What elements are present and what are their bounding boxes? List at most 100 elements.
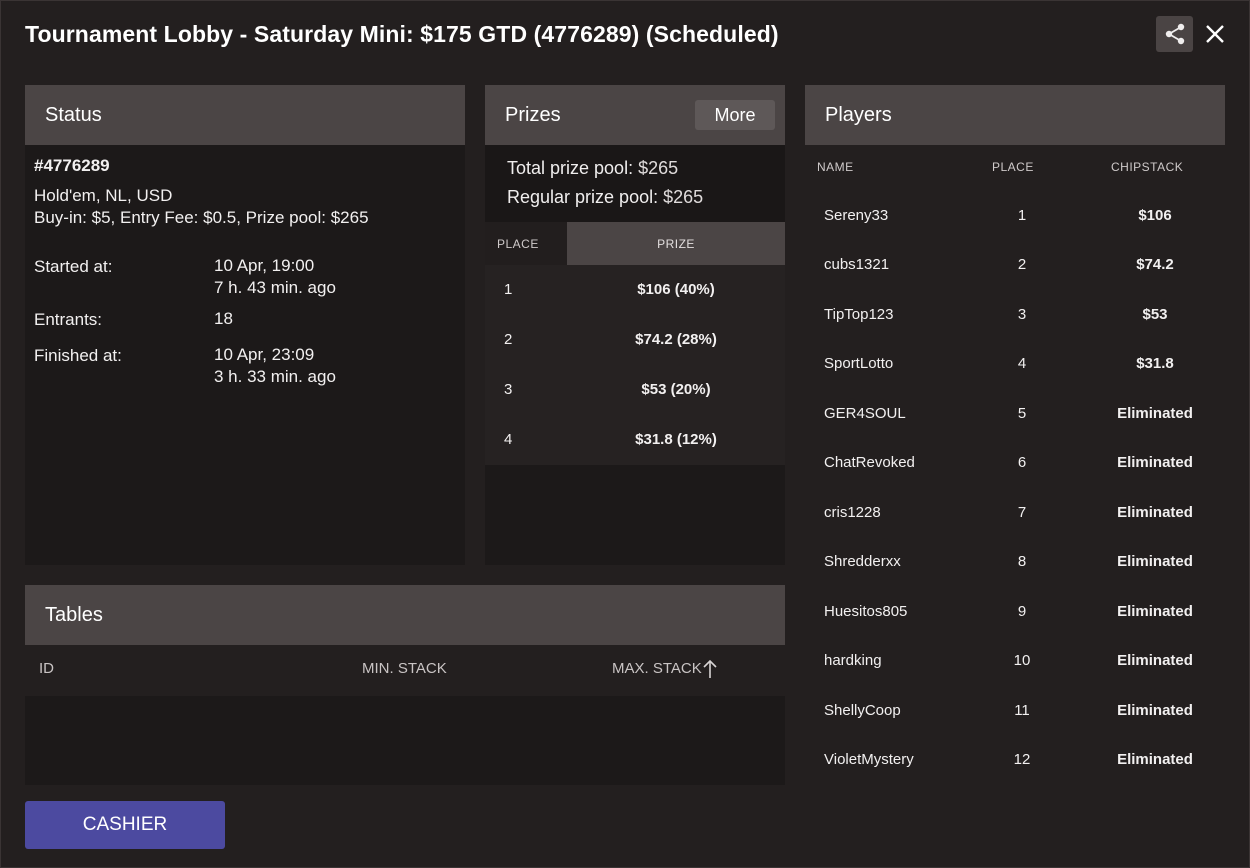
player-name: Huesitos805 xyxy=(824,603,908,620)
prize-row: 2 $74.2 (28%) xyxy=(485,315,785,365)
player-name: ShellyCoop xyxy=(824,702,901,719)
cashier-button[interactable]: CASHIER xyxy=(25,801,225,849)
player-place: 2 xyxy=(1017,256,1027,273)
player-row[interactable]: ChatRevoked 6 Eliminated xyxy=(805,454,1225,484)
prize-row: 3 $53 (20%) xyxy=(485,365,785,415)
player-row[interactable]: hardking 10 Eliminated xyxy=(805,652,1225,682)
started-value: 10 Apr, 19:00 7 h. 43 min. ago xyxy=(214,255,336,299)
player-chips: $53 xyxy=(1142,306,1168,323)
prize-place: 2 xyxy=(504,331,513,348)
tournament-id: #4776289 xyxy=(34,156,110,175)
prize-place: 1 xyxy=(504,281,513,298)
prizes-header: Prizes More xyxy=(485,85,785,145)
player-chips: Eliminated xyxy=(1117,751,1193,768)
prize-amount: $74.2 (28%) xyxy=(635,331,717,348)
player-name: VioletMystery xyxy=(824,751,914,768)
player-chips: Eliminated xyxy=(1117,553,1193,570)
prize-place: 4 xyxy=(504,431,513,448)
close-icon xyxy=(1206,25,1224,43)
tables-list xyxy=(25,696,785,785)
player-chips: Eliminated xyxy=(1117,454,1193,471)
player-name: hardking xyxy=(824,652,882,669)
player-place: 9 xyxy=(1017,603,1027,620)
player-place: 11 xyxy=(1014,702,1030,719)
started-date: 10 Apr, 19:00 xyxy=(214,256,315,275)
players-col-place[interactable]: PLACE xyxy=(992,160,1034,174)
player-row[interactable]: cubs1321 2 $74.2 xyxy=(805,256,1225,286)
player-place: 7 xyxy=(1017,504,1027,521)
prize-row: 1 $106 (40%) xyxy=(485,265,785,315)
player-chips: $106 xyxy=(1138,207,1172,224)
window-title: Tournament Lobby - Saturday Mini: $175 G… xyxy=(25,21,779,47)
player-place: 4 xyxy=(1017,355,1027,372)
entrants-value: 18 xyxy=(214,309,233,328)
player-chips: Eliminated xyxy=(1117,504,1193,521)
player-row[interactable]: GER4SOUL 5 Eliminated xyxy=(805,405,1225,435)
player-place: 6 xyxy=(1017,454,1027,471)
tables-col-min-stack[interactable]: MIN. STACK xyxy=(362,645,447,693)
started-label: Started at: xyxy=(34,257,113,276)
prize-amount: $31.8 (12%) xyxy=(635,431,717,448)
player-row[interactable]: Shredderxx 8 Eliminated xyxy=(805,553,1225,583)
prize-table-header: PLACE PRIZE xyxy=(485,222,785,265)
prizes-header-label: Prizes xyxy=(505,103,561,126)
tables-header: Tables xyxy=(25,585,785,645)
player-chips: Eliminated xyxy=(1117,603,1193,620)
prize-col-place[interactable]: PLACE xyxy=(485,222,567,265)
prize-pool-summary: Total prize pool: $265 Regular prize poo… xyxy=(485,145,785,222)
prize-amount: $106 (40%) xyxy=(637,281,715,298)
players-col-chipstack[interactable]: CHIPSTACK xyxy=(1111,160,1183,174)
player-row[interactable]: cris1228 7 Eliminated xyxy=(805,504,1225,534)
tables-col-max-stack[interactable]: MAX. STACK xyxy=(612,645,717,693)
buyin-info: Buy-in: $5, Entry Fee: $0.5, Prize pool:… xyxy=(34,208,369,227)
regular-prize-pool-value: $265 xyxy=(663,187,704,207)
close-button[interactable] xyxy=(1201,19,1229,49)
tables-col-id[interactable]: ID xyxy=(39,645,54,693)
prize-amount: $53 (20%) xyxy=(641,381,711,398)
player-row[interactable]: SportLotto 4 $31.8 xyxy=(805,355,1225,385)
player-place: 3 xyxy=(1017,306,1027,323)
prize-table-body: 1 $106 (40%) 2 $74.2 (28%) 3 $53 (20%) 4… xyxy=(485,265,785,465)
share-icon xyxy=(1165,23,1184,45)
finished-value: 10 Apr, 23:09 3 h. 33 min. ago xyxy=(214,344,336,388)
player-place: 8 xyxy=(1017,553,1027,570)
player-name: Shredderxx xyxy=(824,553,901,570)
player-chips: Eliminated xyxy=(1117,702,1193,719)
prize-col-prize[interactable]: PRIZE xyxy=(567,222,785,265)
player-chips: $31.8 xyxy=(1136,355,1174,372)
tables-column-header: ID MIN. STACK MAX. STACK xyxy=(25,645,785,696)
tournament-lobby-modal: Tournament Lobby - Saturday Mini: $175 G… xyxy=(0,0,1250,868)
players-panel: Players NAME PLACE CHIPSTACK Sereny33 1 … xyxy=(805,85,1225,785)
status-panel: Status #4776289 Hold'em, NL, USD Buy-in:… xyxy=(25,85,465,565)
entrants-label: Entrants: xyxy=(34,310,103,329)
player-chips: $74.2 xyxy=(1136,256,1174,273)
prize-place: 3 xyxy=(504,381,513,398)
player-name: SportLotto xyxy=(824,355,894,372)
tables-panel: Tables ID MIN. STACK MAX. STACK xyxy=(25,585,785,785)
arrow-up-icon xyxy=(703,659,717,678)
player-row[interactable]: Sereny33 1 $106 xyxy=(805,207,1225,237)
player-place: 12 xyxy=(1013,751,1031,768)
total-prize-pool-label: Total prize pool: xyxy=(507,158,634,178)
player-place: 1 xyxy=(1017,207,1027,224)
player-name: GER4SOUL xyxy=(824,405,906,422)
started-ago: 7 h. 43 min. ago xyxy=(214,278,336,297)
finished-label: Finished at: xyxy=(34,346,122,365)
player-name: cris1228 xyxy=(824,504,881,521)
share-button[interactable] xyxy=(1156,16,1193,52)
prize-row: 4 $31.8 (12%) xyxy=(485,415,785,465)
player-row[interactable]: TipTop123 3 $53 xyxy=(805,306,1225,336)
player-name: Sereny33 xyxy=(824,207,889,224)
finished-ago: 3 h. 33 min. ago xyxy=(214,367,336,386)
players-header: Players xyxy=(805,85,1225,145)
status-header: Status xyxy=(25,85,465,145)
more-button[interactable]: More xyxy=(695,100,775,130)
player-name: ChatRevoked xyxy=(824,454,915,471)
player-row[interactable]: Huesitos805 9 Eliminated xyxy=(805,603,1225,633)
total-prize-pool: Total prize pool: $265 xyxy=(507,158,678,179)
player-row[interactable]: VioletMystery 12 Eliminated xyxy=(805,751,1225,781)
player-row[interactable]: ShellyCoop 11 Eliminated xyxy=(805,702,1225,732)
regular-prize-pool-label: Regular prize pool: xyxy=(507,187,659,207)
player-name: cubs1321 xyxy=(824,256,890,273)
players-col-name[interactable]: NAME xyxy=(817,160,854,174)
